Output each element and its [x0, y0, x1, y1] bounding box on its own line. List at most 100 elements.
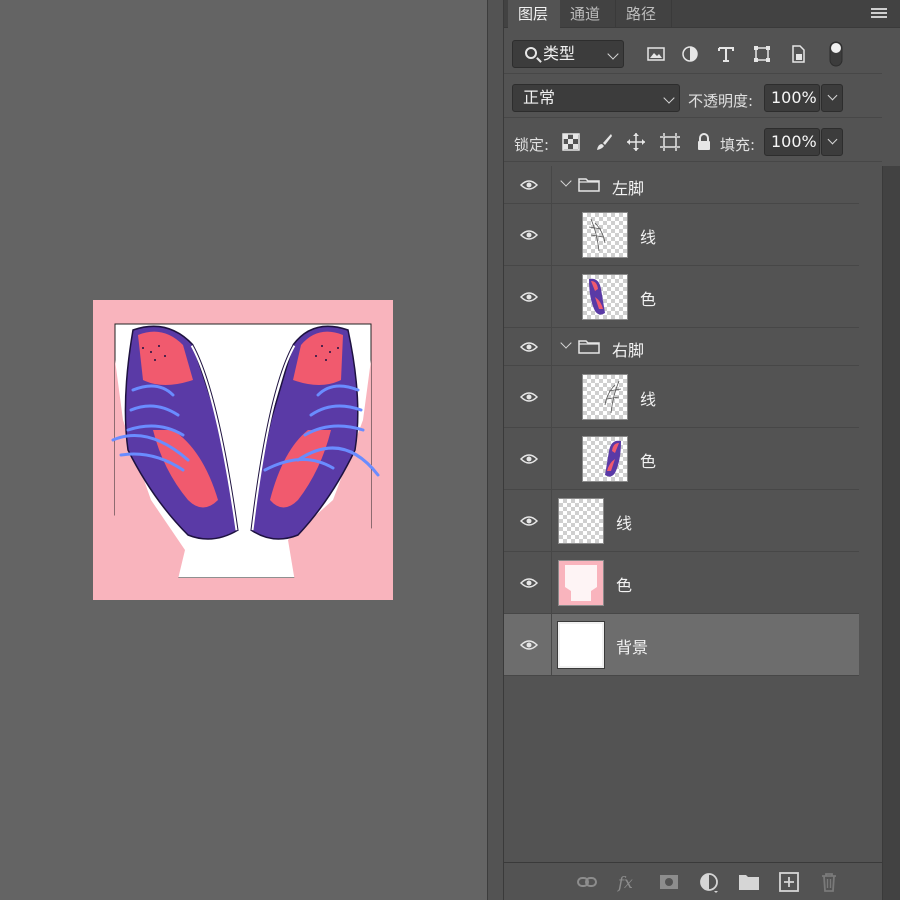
- tab-paths[interactable]: 路径: [616, 0, 672, 28]
- document-canvas-area[interactable]: [0, 0, 487, 900]
- fill-label: 填充:: [720, 136, 756, 154]
- eye-icon[interactable]: [520, 229, 538, 241]
- background-layer-row[interactable]: 背景: [504, 614, 859, 676]
- fill-value: 100%: [771, 132, 817, 151]
- layer-name[interactable]: 右脚: [612, 337, 644, 361]
- blend-mode-dropdown[interactable]: 正常: [512, 84, 680, 112]
- visibility-toggle[interactable]: [504, 266, 552, 327]
- eye-icon[interactable]: [520, 639, 538, 651]
- visibility-toggle[interactable]: [504, 366, 552, 427]
- eye-icon[interactable]: [520, 341, 538, 353]
- line-art-thumbnail: [588, 218, 606, 252]
- chevron-down-icon[interactable]: [560, 337, 572, 349]
- svg-text:fx: fx: [617, 873, 633, 892]
- layer-name[interactable]: 左脚: [612, 175, 644, 199]
- shape-layer-filter-icon[interactable]: [752, 44, 772, 64]
- color-thumbnail: [605, 440, 621, 477]
- visibility-toggle[interactable]: [504, 490, 552, 551]
- lock-fill-row: 锁定: 填充: 100%: [504, 122, 882, 162]
- eye-icon[interactable]: [520, 515, 538, 527]
- layers-panel-footer: fx: [504, 862, 882, 900]
- layer-row[interactable]: 线: [504, 204, 859, 266]
- pixel-layer-filter-icon[interactable]: [646, 44, 666, 64]
- adjustment-layer-filter-icon[interactable]: [680, 44, 700, 64]
- chevron-down-icon[interactable]: [560, 175, 572, 187]
- panel-tab-bar: 图层 通道 路径: [504, 0, 900, 28]
- lock-position-icon[interactable]: [626, 132, 646, 152]
- layer-thumbnail[interactable]: [558, 560, 604, 606]
- tab-channels[interactable]: 通道: [560, 0, 616, 28]
- eye-icon[interactable]: [520, 391, 538, 403]
- lock-image-pixels-icon[interactable]: [594, 132, 614, 152]
- tab-layers[interactable]: 图层: [508, 0, 560, 28]
- visibility-toggle[interactable]: [504, 328, 552, 365]
- layer-row[interactable]: 线: [504, 366, 859, 428]
- artwork-canvas[interactable]: [93, 300, 393, 600]
- opacity-value: 100%: [771, 88, 817, 107]
- fx-icon[interactable]: fx: [616, 871, 638, 893]
- layer-filter-row: 类型: [504, 36, 882, 74]
- lock-all-icon[interactable]: [694, 132, 714, 152]
- layer-name[interactable]: 色: [616, 572, 632, 596]
- eye-icon[interactable]: [520, 291, 538, 303]
- layer-name[interactable]: 线: [640, 224, 656, 248]
- visibility-toggle[interactable]: [504, 552, 552, 613]
- new-group-folder-icon[interactable]: [738, 871, 760, 893]
- visibility-toggle[interactable]: [504, 166, 552, 203]
- color-thumbnail: [589, 278, 605, 315]
- layer-name[interactable]: 背景: [616, 634, 648, 658]
- layer-row[interactable]: 色: [504, 552, 859, 614]
- type-layer-filter-icon[interactable]: [716, 44, 736, 64]
- eye-icon[interactable]: [520, 577, 538, 589]
- layer-name[interactable]: 色: [640, 286, 656, 310]
- layer-name[interactable]: 线: [616, 510, 632, 534]
- layer-row[interactable]: 色: [504, 428, 859, 490]
- chevron-down-icon: [663, 92, 675, 104]
- layer-thumbnail[interactable]: [582, 212, 628, 258]
- add-mask-icon[interactable]: [658, 871, 680, 893]
- opacity-slider-toggle[interactable]: [821, 84, 843, 112]
- layer-thumbnail[interactable]: [558, 498, 604, 544]
- opacity-label: 不透明度:: [688, 92, 754, 110]
- trash-icon[interactable]: [818, 871, 840, 893]
- visibility-toggle[interactable]: [504, 428, 552, 489]
- sneakers-illustration: [111, 323, 380, 600]
- color-thumbnail: [565, 565, 597, 601]
- eye-icon[interactable]: [520, 453, 538, 465]
- layer-row[interactable]: 色: [504, 266, 859, 328]
- filter-kind-label: 类型: [543, 44, 576, 63]
- layer-name[interactable]: 色: [640, 448, 656, 472]
- layer-group-row[interactable]: 左脚: [504, 166, 859, 204]
- layer-name[interactable]: 线: [640, 386, 656, 410]
- layer-group-row[interactable]: 右脚: [504, 328, 859, 366]
- opacity-input[interactable]: 100%: [764, 84, 843, 112]
- chevron-down-icon: [607, 48, 619, 60]
- lock-artboard-icon[interactable]: [660, 132, 680, 152]
- link-layers-icon[interactable]: [576, 871, 598, 893]
- layer-thumbnail[interactable]: [557, 621, 605, 669]
- panel-menu-icon[interactable]: [871, 8, 887, 20]
- layer-thumbnail[interactable]: [582, 374, 628, 420]
- filter-toggle-switch[interactable]: [828, 40, 844, 68]
- adjustment-layer-icon[interactable]: [698, 871, 720, 893]
- layer-thumbnail[interactable]: [582, 274, 628, 320]
- fill-slider-toggle[interactable]: [821, 128, 843, 156]
- new-layer-icon[interactable]: [778, 871, 800, 893]
- layers-scrollbar[interactable]: [882, 166, 900, 900]
- blend-mode-value: 正常: [523, 88, 556, 107]
- folder-icon: [578, 178, 600, 192]
- panel-divider[interactable]: [487, 0, 503, 900]
- layer-thumbnail[interactable]: [582, 436, 628, 482]
- visibility-toggle[interactable]: [504, 204, 552, 265]
- layers-panel: 图层 通道 路径 类型 正常 不透明度: 100% 锁定: 填充: 100% 左…: [503, 0, 900, 900]
- layer-row[interactable]: 线: [504, 490, 859, 552]
- eye-icon[interactable]: [520, 179, 538, 191]
- line-art-thumbnail: [604, 380, 622, 414]
- lock-label: 锁定:: [514, 136, 550, 154]
- smart-object-filter-icon[interactable]: [788, 44, 808, 64]
- filter-kind-dropdown[interactable]: 类型: [512, 40, 624, 68]
- lock-transparent-pixels-icon[interactable]: [562, 133, 580, 151]
- visibility-toggle[interactable]: [504, 614, 552, 675]
- folder-icon: [578, 340, 600, 354]
- fill-input[interactable]: 100%: [764, 128, 843, 156]
